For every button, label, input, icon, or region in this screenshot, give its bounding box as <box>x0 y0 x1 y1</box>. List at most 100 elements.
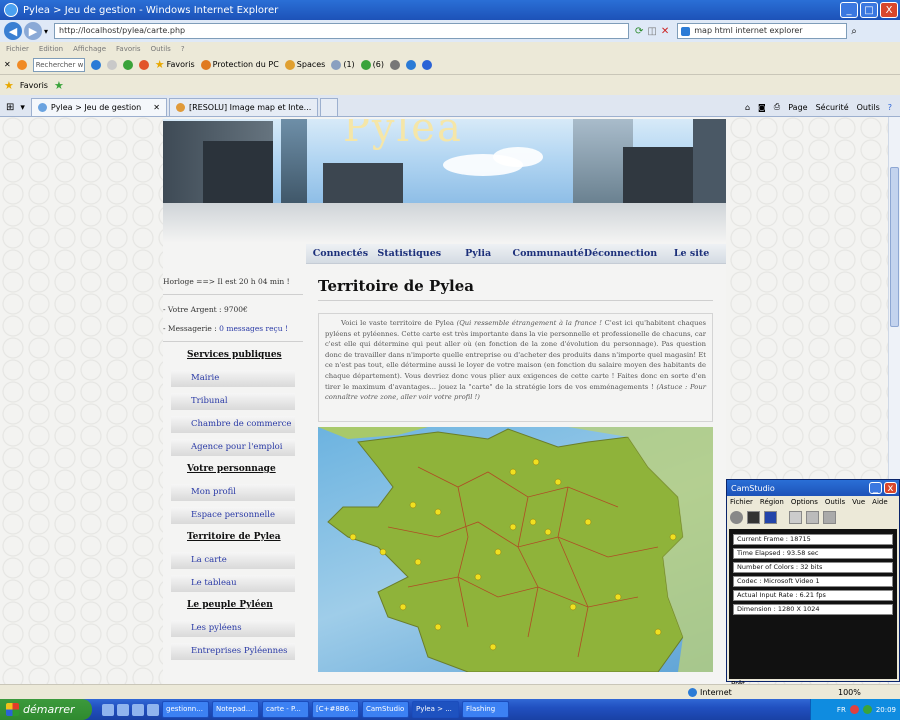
menu-edit[interactable]: Edition <box>39 45 63 53</box>
help-icon[interactable]: ? <box>888 103 892 112</box>
quick-tabs-icon[interactable]: ⊞ <box>6 102 14 113</box>
page-menu[interactable]: Page <box>788 103 807 112</box>
taskbar-button[interactable]: Pylea > ... <box>412 701 459 718</box>
calendar-icon[interactable] <box>390 59 401 70</box>
settings-icon[interactable] <box>422 59 433 70</box>
stop-icon[interactable] <box>764 511 777 524</box>
toolbar-search-input[interactable]: Rechercher w <box>32 57 85 72</box>
options-icon[interactable] <box>823 511 836 524</box>
favorites-star-icon[interactable]: ★ <box>4 79 14 92</box>
cs-menu-tools[interactable]: Outils <box>825 498 845 506</box>
quicklaunch-icon[interactable] <box>102 703 114 716</box>
scrollbar-thumb[interactable] <box>890 167 899 327</box>
link-mairie[interactable]: Mairie <box>171 370 295 387</box>
link-tribunal[interactable]: Tribunal <box>171 393 295 410</box>
camstudio-minimize-button[interactable]: _ <box>869 482 882 494</box>
add-favorite-icon[interactable]: ★ <box>54 79 64 92</box>
cs-menu-view[interactable]: Vue <box>852 498 865 506</box>
tray-icon[interactable] <box>849 705 859 714</box>
tab-list-icon[interactable]: ▾ <box>20 103 25 113</box>
compat-icon[interactable]: ◫ <box>647 26 656 37</box>
toolbar-favorites[interactable]: ★ Favoris <box>155 58 195 71</box>
globe-icon[interactable] <box>406 59 417 70</box>
favorites-button[interactable]: Favoris <box>20 81 48 90</box>
taskbar-button[interactable]: CamStudio <box>362 701 409 718</box>
new-tab-button[interactable] <box>320 98 339 116</box>
menu-view[interactable]: Affichage <box>73 45 106 53</box>
toolbar-protection[interactable]: Protection du PC <box>200 59 279 70</box>
zone-indicator[interactable]: Internet <box>688 687 732 697</box>
annotate-icon[interactable] <box>789 511 802 524</box>
link-espace-personnel[interactable]: Espace personnelle <box>171 507 295 524</box>
nav-communaute[interactable]: Communauté <box>513 244 584 263</box>
search-go-icon[interactable] <box>90 59 101 70</box>
nav-connectes[interactable]: Connectés <box>306 244 375 263</box>
cs-menu-options[interactable]: Options <box>791 498 818 506</box>
close-button[interactable]: X <box>880 2 898 18</box>
feeds-icon[interactable]: ◙ <box>758 103 766 112</box>
stat-current-frame: Current Frame : 18715 <box>733 534 893 545</box>
menu-help[interactable]: ? <box>181 45 185 53</box>
link-tableau[interactable]: Le tableau <box>171 575 295 592</box>
search-input[interactable]: map html internet explorer <box>677 23 848 39</box>
link-agence-emploi[interactable]: Agence pour l'emploi <box>171 439 295 456</box>
taskbar-button[interactable]: gestionn... <box>162 701 209 718</box>
messages-link[interactable]: 0 messages reçu ! <box>219 324 288 333</box>
history-dropdown-icon[interactable]: ▾ <box>44 27 48 36</box>
tab-pylea[interactable]: Pylea > Jeu de gestion ✕ <box>30 98 167 116</box>
link-carte[interactable]: La carte <box>171 552 295 569</box>
taskbar-button[interactable]: carte - P... <box>262 701 309 718</box>
tab-close-icon[interactable]: ✕ <box>153 103 160 112</box>
zoom-level[interactable]: 100% <box>838 688 861 697</box>
record-icon[interactable] <box>730 511 743 524</box>
security-menu[interactable]: Sécurité <box>816 103 849 112</box>
link-chambre-commerce[interactable]: Chambre de commerce <box>171 416 295 433</box>
refresh-icon[interactable]: ⟳ <box>635 26 643 37</box>
minimize-button[interactable]: _ <box>840 2 858 18</box>
taskbar-button[interactable]: Notepad... <box>212 701 259 718</box>
back-button[interactable]: ◀ <box>4 22 22 40</box>
search-icon[interactable]: ⌕ <box>851 26 857 37</box>
menu-favorites[interactable]: Favoris <box>116 45 141 53</box>
menu-tools[interactable]: Outils <box>151 45 171 53</box>
link-entreprises[interactable]: Entreprises Pyléennes <box>171 643 295 660</box>
cs-menu-region[interactable]: Région <box>760 498 784 506</box>
menu-file[interactable]: Fichier <box>6 45 29 53</box>
tools-menu[interactable]: Outils <box>857 103 880 112</box>
taskbar-button[interactable]: [C+#8B6... <box>312 701 359 718</box>
toolbar-spaces[interactable]: Spaces <box>284 59 325 70</box>
url-input[interactable]: http://localhost/pylea/carte.php <box>54 23 630 39</box>
nav-pylia[interactable]: Pylia <box>444 244 513 263</box>
nav-statistiques[interactable]: Statistiques <box>375 244 444 263</box>
stop-icon[interactable]: ✕ <box>661 26 669 37</box>
camera-icon[interactable] <box>806 511 819 524</box>
cs-menu-file[interactable]: Fichier <box>730 498 753 506</box>
taskbar-button[interactable]: Flashing <box>462 701 509 718</box>
live-mail-icon[interactable] <box>138 59 149 70</box>
home-icon[interactable]: ⌂ <box>745 103 750 112</box>
camstudio-close-button[interactable]: x <box>884 482 897 494</box>
france-map[interactable] <box>318 427 713 672</box>
toolbar-messenger[interactable]: (6) <box>360 59 384 70</box>
quicklaunch-icon[interactable] <box>117 703 129 716</box>
maximize-button[interactable]: □ <box>860 2 878 18</box>
tab-resolu[interactable]: [RESOLU] Image map et Inte... <box>168 98 319 116</box>
tray-icon[interactable] <box>862 705 872 714</box>
print-icon[interactable]: ⎙ <box>774 102 780 112</box>
link-profil[interactable]: Mon profil <box>171 484 295 501</box>
nav-deconnection[interactable]: Déconnection <box>584 244 657 263</box>
plus-icon[interactable] <box>122 59 133 70</box>
nav-le-site[interactable]: Le site <box>657 244 726 263</box>
pause-icon[interactable] <box>747 511 760 524</box>
start-button[interactable]: démarrer <box>0 699 92 720</box>
cs-menu-help[interactable]: Aide <box>872 498 887 506</box>
close-toolbar-icon[interactable]: ✕ <box>4 60 11 69</box>
forward-button[interactable]: ▶ <box>24 22 42 40</box>
link-pyleens[interactable]: Les pyléens <box>171 620 295 637</box>
quicklaunch-icon[interactable] <box>147 703 159 716</box>
quicklaunch-icon[interactable] <box>132 703 144 716</box>
toolbar-mail[interactable]: (1) <box>331 59 355 70</box>
camstudio-titlebar[interactable]: CamStudio _ x <box>727 480 899 496</box>
add-icon[interactable] <box>106 59 117 70</box>
language-indicator[interactable]: FR <box>837 706 846 714</box>
